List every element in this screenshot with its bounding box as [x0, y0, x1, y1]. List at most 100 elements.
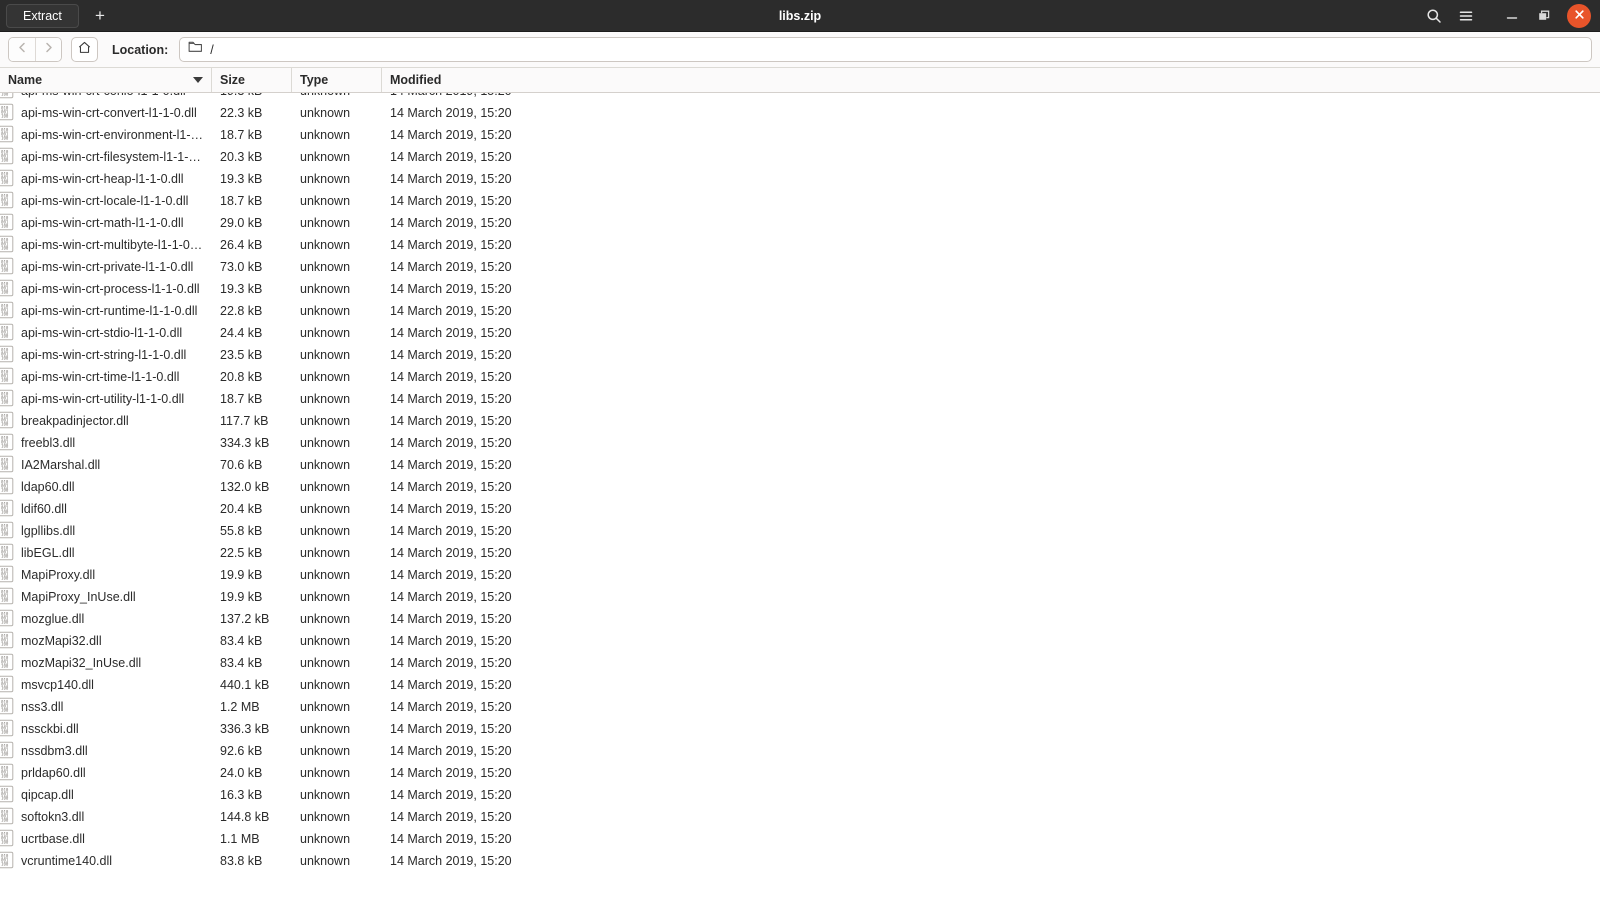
file-name-label: MapiProxy.dll [21, 568, 95, 582]
binary-file-icon: 010001100 [0, 675, 14, 696]
file-row[interactable]: 010001100api-ms-win-crt-convert-l1-1-0.d… [0, 102, 1600, 124]
svg-text:100: 100 [1, 751, 9, 756]
file-name-label: api-ms-win-crt-string-l1-1-0.dll [21, 348, 186, 362]
svg-text:100: 100 [1, 773, 9, 778]
file-row[interactable]: 010001100api-ms-win-crt-runtime-l1-1-0.d… [0, 300, 1600, 322]
file-modified-cell: 14 March 2019, 15:20 [382, 282, 1600, 296]
file-name-cell: 010001100api-ms-win-crt-environment-l1-… [0, 125, 212, 146]
file-row[interactable]: 010001100msvcp140.dll440.1 kBunknown14 M… [0, 674, 1600, 696]
menu-button[interactable] [1451, 2, 1481, 30]
file-name-label: api-ms-win-crt-private-l1-1-0.dll [21, 260, 193, 274]
binary-file-icon: 010001100 [0, 257, 14, 278]
file-list[interactable]: 010001100api-ms-win-crt-conio-l1-1-0.dll… [0, 93, 1600, 905]
file-row[interactable]: 010001100mozMapi32.dll83.4 kBunknown14 M… [0, 630, 1600, 652]
maximize-button[interactable] [1529, 2, 1559, 30]
file-row[interactable]: 010001100softokn3.dll144.8 kBunknown14 M… [0, 806, 1600, 828]
file-row[interactable]: 010001100IA2Marshal.dll70.6 kBunknown14 … [0, 454, 1600, 476]
file-size-cell: 18.7 kB [212, 128, 292, 142]
search-button[interactable] [1419, 2, 1449, 30]
file-row[interactable]: 010001100ucrtbase.dll1.1 MBunknown14 Mar… [0, 828, 1600, 850]
file-row[interactable]: 010001100api-ms-win-crt-math-l1-1-0.dll2… [0, 212, 1600, 234]
file-row[interactable]: 010001100nssckbi.dll336.3 kBunknown14 Ma… [0, 718, 1600, 740]
tab-extract[interactable]: Extract [6, 4, 79, 28]
file-size-cell: 1.1 MB [212, 832, 292, 846]
forward-button[interactable] [35, 38, 61, 61]
svg-text:100: 100 [1, 289, 9, 294]
file-row[interactable]: 010001100api-ms-win-crt-environment-l1-…… [0, 124, 1600, 146]
file-row[interactable]: 010001100qipcap.dll16.3 kBunknown14 Marc… [0, 784, 1600, 806]
file-list-rows: 010001100api-ms-win-crt-conio-l1-1-0.dll… [0, 93, 1600, 872]
file-type-cell: unknown [292, 172, 382, 186]
file-name-cell: 010001100nss3.dll [0, 697, 212, 718]
minimize-button[interactable] [1497, 2, 1527, 30]
new-tab-button[interactable]: + [87, 4, 113, 28]
file-row[interactable]: 010001100nssdbm3.dll92.6 kBunknown14 Mar… [0, 740, 1600, 762]
file-row[interactable]: 010001100breakpadinjector.dll117.7 kBunk… [0, 410, 1600, 432]
file-name-label: mozglue.dll [21, 612, 84, 626]
file-row[interactable]: 010001100api-ms-win-crt-stdio-l1-1-0.dll… [0, 322, 1600, 344]
binary-file-icon: 010001100 [0, 235, 14, 256]
file-modified-cell: 14 March 2019, 15:20 [382, 634, 1600, 648]
file-row[interactable]: 010001100api-ms-win-crt-multibyte-l1-1-0… [0, 234, 1600, 256]
file-row[interactable]: 010001100ldif60.dll20.4 kBunknown14 Marc… [0, 498, 1600, 520]
file-row[interactable]: 010001100api-ms-win-crt-utility-l1-1-0.d… [0, 388, 1600, 410]
file-row[interactable]: 010001100libEGL.dll22.5 kBunknown14 Marc… [0, 542, 1600, 564]
file-row[interactable]: 010001100api-ms-win-crt-string-l1-1-0.dl… [0, 344, 1600, 366]
close-button[interactable] [1567, 4, 1591, 28]
binary-file-icon: 010001100 [0, 213, 14, 234]
svg-text:100: 100 [1, 157, 9, 162]
file-type-cell: unknown [292, 678, 382, 692]
file-row[interactable]: 010001100nss3.dll1.2 MBunknown14 March 2… [0, 696, 1600, 718]
file-name-cell: 010001100softokn3.dll [0, 807, 212, 828]
file-row[interactable]: 010001100mozMapi32_InUse.dll83.4 kBunkno… [0, 652, 1600, 674]
file-row[interactable]: 010001100api-ms-win-crt-time-l1-1-0.dll2… [0, 366, 1600, 388]
column-header-name[interactable]: Name [0, 68, 212, 92]
file-size-cell: 83.8 kB [212, 854, 292, 868]
file-size-cell: 70.6 kB [212, 458, 292, 472]
svg-text:100: 100 [1, 795, 9, 800]
location-input[interactable]: / [179, 37, 1592, 62]
file-type-cell: unknown [292, 722, 382, 736]
file-type-cell: unknown [292, 788, 382, 802]
back-button[interactable] [9, 38, 35, 61]
file-row[interactable]: 010001100prldap60.dll24.0 kBunknown14 Ma… [0, 762, 1600, 784]
file-type-cell: unknown [292, 568, 382, 582]
column-header-type[interactable]: Type [292, 68, 382, 92]
file-row[interactable]: 010001100api-ms-win-crt-locale-l1-1-0.dl… [0, 190, 1600, 212]
file-row[interactable]: 010001100api-ms-win-crt-filesystem-l1-1-… [0, 146, 1600, 168]
file-modified-cell: 14 March 2019, 15:20 [382, 590, 1600, 604]
file-modified-cell: 14 March 2019, 15:20 [382, 722, 1600, 736]
file-modified-cell: 14 March 2019, 15:20 [382, 678, 1600, 692]
home-button[interactable] [71, 37, 98, 62]
file-row[interactable]: 010001100mozglue.dll137.2 kBunknown14 Ma… [0, 608, 1600, 630]
svg-text:100: 100 [1, 685, 9, 690]
svg-text:100: 100 [1, 509, 9, 514]
file-row[interactable]: 010001100api-ms-win-crt-heap-l1-1-0.dll1… [0, 168, 1600, 190]
file-row[interactable]: 010001100MapiProxy_InUse.dll19.9 kBunkno… [0, 586, 1600, 608]
column-header-type-label: Type [300, 73, 328, 87]
file-name-cell: 010001100api-ms-win-crt-filesystem-l1-1-… [0, 147, 212, 168]
file-size-cell: 336.3 kB [212, 722, 292, 736]
file-modified-cell: 14 March 2019, 15:20 [382, 854, 1600, 868]
file-row[interactable]: 010001100MapiProxy.dll19.9 kBunknown14 M… [0, 564, 1600, 586]
file-row[interactable]: 010001100api-ms-win-crt-conio-l1-1-0.dll… [0, 93, 1600, 102]
file-size-cell: 19.9 kB [212, 590, 292, 604]
file-type-cell: unknown [292, 832, 382, 846]
svg-text:100: 100 [1, 531, 9, 536]
file-row[interactable]: 010001100ldap60.dll132.0 kBunknown14 Mar… [0, 476, 1600, 498]
file-row[interactable]: 010001100api-ms-win-crt-process-l1-1-0.d… [0, 278, 1600, 300]
column-header-modified[interactable]: Modified [382, 68, 1600, 92]
binary-file-icon: 010001100 [0, 279, 14, 300]
binary-file-icon: 010001100 [0, 851, 14, 872]
file-row[interactable]: 010001100lgpllibs.dll55.8 kBunknown14 Ma… [0, 520, 1600, 542]
file-type-cell: unknown [292, 524, 382, 538]
column-header-size[interactable]: Size [212, 68, 292, 92]
file-type-cell: unknown [292, 370, 382, 384]
file-modified-cell: 14 March 2019, 15:20 [382, 810, 1600, 824]
binary-file-icon: 010001100 [0, 587, 14, 608]
file-row[interactable]: 010001100vcruntime140.dll83.8 kBunknown1… [0, 850, 1600, 872]
binary-file-icon: 010001100 [0, 719, 14, 740]
file-row[interactable]: 010001100 api-ms-win-crt-private-l1-1-0.d… [0, 256, 1600, 278]
file-row[interactable]: 010001100freebl3.dll334.3 kBunknown14 Ma… [0, 432, 1600, 454]
file-type-cell: unknown [292, 854, 382, 868]
